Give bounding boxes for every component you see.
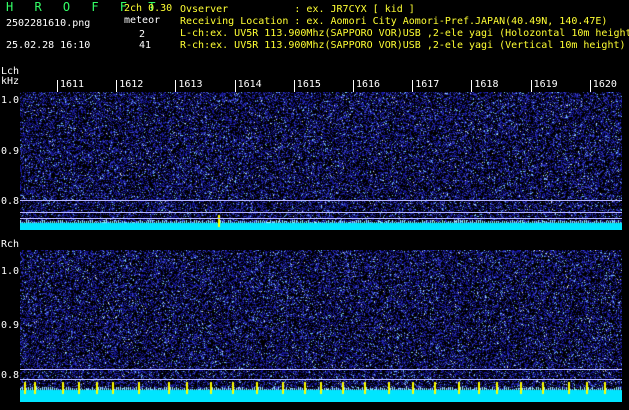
time-tick [293,80,295,92]
lch-spectrogram [20,92,622,230]
time-label: 1615 [296,79,321,90]
time-tick [589,80,591,92]
time-label: 1619 [533,79,558,90]
time-tick [234,80,236,92]
lch-unit: kHz [1,76,20,87]
rch-tick-0-9: 0.9 [1,320,20,331]
time-tick [412,80,414,92]
time-tick [530,80,532,92]
lch-info-line: L-ch:ex. UV5R 113.900Mhz(SAPPORO VOR)USB… [180,28,629,39]
datetime: 25.02.28 16:10 [6,40,91,51]
lch-gridline-lower [20,218,622,219]
rch-tick-0-8: 0.8 [1,370,20,381]
meteor-label: meteor [124,15,161,26]
channel-mode: 2ch 0.30 [124,3,173,14]
time-tick [471,80,473,92]
observer-line: Ovserver : ex. JR7CYX [ kid ] [180,4,415,15]
meteor-count-rch: 41 [139,40,152,51]
time-label: 1612 [119,79,144,90]
hrofft-window: H R O F F T 2ch 0.30 2502281610.png mete… [0,0,629,410]
time-label: 1620 [592,79,617,90]
rch-gridline-lower [20,379,622,380]
lch-tick-1-0: 1.0 [1,95,20,106]
location-line: Receiving Location : ex. Aomori City Aom… [180,16,608,27]
rch-tick-1-0: 1.0 [1,266,20,277]
time-label: 1613 [178,79,203,90]
time-tick [353,80,354,92]
time-tick [175,80,177,92]
time-tick [57,80,58,92]
time-label: 1618 [474,79,499,90]
time-tick [116,80,118,92]
time-label: 1616 [356,79,381,90]
lch-tick-0-8: 0.8 [1,196,20,207]
lch-tick-0-9: 0.9 [1,146,20,157]
time-label: 1617 [415,79,440,90]
rch-info-line: R-ch:ex. UV5R 113.900Mhz(SAPPORO VOR)USB… [180,40,626,51]
lch-gridline-upper [20,200,622,201]
rch-label: Rch [1,239,20,250]
time-label: 1614 [237,79,262,90]
filename: 2502281610.png [6,18,91,29]
rch-gridline-upper [20,369,622,370]
time-label: 1611 [60,79,85,90]
lch-gridline-mid [20,212,622,213]
